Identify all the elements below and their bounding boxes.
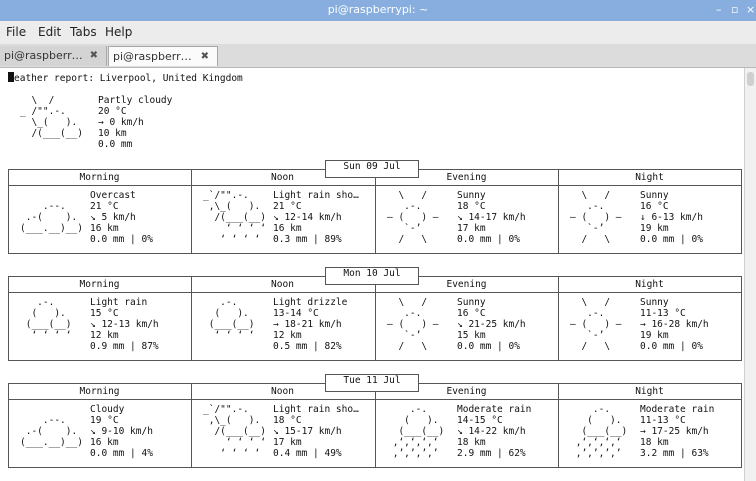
forecast-cell-noon: .-. ( ). (___(__) ‘ ‘ ‘ ‘ Light drizzle … [191, 297, 374, 357]
minimize-icon[interactable]: – [716, 3, 722, 16]
day-block-2: Tue 11 Jul Morning Noon Evening Night .-… [8, 374, 742, 468]
weather-info: Moderate rain 14-15 °C ↘ 14-22 km/h 18 k… [457, 404, 532, 459]
weather-art: _`/"".-. ,\_( ). /(___(__) ‘ ‘ ‘ ‘ ‘ ‘ ‘… [203, 190, 266, 245]
menu-bar: File Edit Tabs Help [0, 21, 756, 44]
weather-art: .-. ( ). (___(__) ‚‘‚‘‚‘‚‘ ‚’‚’‚’‚’ [392, 404, 445, 459]
report-header: eather report: Liverpool, United Kingdom [8, 72, 243, 84]
weather-art: .--. .-( ). (___.__)__) [20, 201, 83, 234]
window-title: pi@raspberrypi: ~ [327, 3, 429, 16]
col-header-evening: Evening [446, 386, 487, 397]
weather-info: Moderate rain 11-13 °C → 17-25 km/h 18 k… [640, 404, 715, 459]
tab-terminal-1[interactable]: pi@raspberr… ✖ [0, 46, 107, 66]
weather-info: Light drizzle 13-14 °C → 18-21 km/h 12 k… [273, 297, 348, 352]
col-header-evening: Evening [446, 172, 487, 183]
close-icon[interactable]: × [746, 3, 755, 16]
menu-edit[interactable]: Edit [38, 25, 61, 39]
col-header-morning: Morning [79, 279, 120, 290]
weather-art: \ / .-. ― ( ) ― `-’ / \ [387, 190, 439, 245]
terminal-area[interactable]: eather report: Liverpool, United Kingdom… [0, 68, 744, 481]
col-header-noon: Noon [271, 386, 294, 397]
weather-art: .-. ( ). (___(__) ‚‘‚‘‚‘‚‘ ‚’‚’‚’‚’ [575, 404, 628, 459]
forecast-cell-night: \ / .-. ― ( ) ― `-’ / \ Sunny 11-13 °C →… [558, 297, 741, 357]
terminal-scrollbar[interactable] [744, 68, 756, 481]
day-block-1: Mon 10 Jul Morning Noon Evening Night .-… [8, 267, 742, 361]
weather-info: Light rain sho… 18 °C ↘ 15-17 km/h 17 km… [273, 404, 359, 459]
forecast-cell-morning: .-. ( ). (___(__) ‘ ‘ ‘ ‘ Light rain 15 … [8, 297, 191, 357]
col-header-evening: Evening [446, 279, 487, 290]
window-titlebar: pi@raspberrypi: ~ – ▫ × [0, 0, 756, 21]
weather-art: .-. ( ). (___(__) ‘ ‘ ‘ ‘ [25, 297, 72, 341]
weather-info: Sunny 11-13 °C → 16-28 km/h 19 km 0.0 mm… [640, 297, 709, 352]
weather-art: \ / .-. ― ( ) ― `-’ / \ [570, 190, 622, 245]
col-header-morning: Morning [79, 386, 120, 397]
forecast-cell-noon: _`/"".-. ,\_( ). /(___(__) ‘ ‘ ‘ ‘ ‘ ‘ ‘… [191, 190, 374, 250]
menu-help[interactable]: Help [105, 25, 132, 39]
col-header-noon: Noon [271, 172, 294, 183]
weather-info: Overcast 21 °C ↘ 5 km/h 16 km 0.0 mm | 0… [90, 190, 153, 245]
forecast-cell-morning: .--. .-( ). (___.__)__) Overcast 21 °C ↘… [8, 190, 191, 250]
forecast-cell-evening: .-. ( ). (___(__) ‚‘‚‘‚‘‚‘ ‚’‚’‚’‚’ Mode… [375, 404, 558, 464]
forecast-cell-morning: .--. .-( ). (___.__)__) Cloudy 19 °C ↘ 9… [8, 404, 191, 464]
col-header-night: Night [635, 172, 664, 183]
col-header-night: Night [635, 386, 664, 397]
maximize-icon[interactable]: ▫ [731, 3, 738, 16]
weather-info: Light rain sho… 21 °C ↘ 12-14 km/h 16 km… [273, 190, 359, 245]
weather-info: Light rain 15 °C ↘ 12-13 km/h 12 km 0.9 … [90, 297, 159, 352]
weather-art: \ / .-. ― ( ) ― `-’ / \ [387, 297, 439, 352]
menu-tabs[interactable]: Tabs [70, 25, 97, 39]
col-header-noon: Noon [271, 279, 294, 290]
tab-close-icon[interactable]: ✖ [90, 46, 98, 66]
forecast-cell-evening: \ / .-. ― ( ) ― `-’ / \ Sunny 16 °C ↘ 21… [375, 297, 558, 357]
forecast-cell-evening: \ / .-. ― ( ) ― `-’ / \ Sunny 18 °C ↘ 14… [375, 190, 558, 250]
weather-info: Sunny 16 °C ↘ 21-25 km/h 15 km 0.0 mm | … [457, 297, 526, 352]
menu-file[interactable]: File [6, 25, 26, 39]
weather-info: Sunny 16 °C ↓ 6-13 km/h 19 km 0.0 mm | 0… [640, 190, 703, 245]
weather-art: _`/"".-. ,\_( ). /(___(__) ‘ ‘ ‘ ‘ ‘ ‘ ‘… [203, 404, 266, 459]
weather-info: Cloudy 19 °C ↘ 9-10 km/h 16 km 0.0 mm | … [90, 404, 153, 459]
weather-art: .-. ( ). (___(__) ‘ ‘ ‘ ‘ [208, 297, 255, 341]
scrollbar-thumb[interactable] [747, 72, 754, 86]
tab-label: pi@raspberr… [4, 49, 83, 62]
tab-label: pi@raspberr… [113, 50, 192, 63]
col-header-night: Night [635, 279, 664, 290]
forecast-cell-noon: _`/"".-. ,\_( ). /(___(__) ‘ ‘ ‘ ‘ ‘ ‘ ‘… [191, 404, 374, 464]
current-weather-art: \ / _ /"".-. \_( ). /(___(__) [20, 95, 83, 139]
forecast-cell-night: \ / .-. ― ( ) ― `-’ / \ Sunny 16 °C ↓ 6-… [558, 190, 741, 250]
report-title: eather report: Liverpool, United Kingdom [14, 73, 243, 84]
forecast-cell-night: .-. ( ). (___(__) ‚‘‚‘‚‘‚‘ ‚’‚’‚’‚’ Mode… [558, 404, 741, 464]
current-weather-info: Partly cloudy 20 °C → 0 km/h 10 km 0.0 m… [98, 95, 173, 150]
weather-art: .--. .-( ). (___.__)__) [20, 415, 83, 448]
tab-terminal-2[interactable]: pi@raspberr… ✖ [108, 46, 218, 66]
tab-bar: pi@raspberr… ✖ pi@raspberr… ✖ [0, 44, 756, 68]
day-block-0: Sun 09 Jul Morning Noon Evening Night .-… [8, 160, 742, 254]
col-header-morning: Morning [79, 172, 120, 183]
tab-close-icon[interactable]: ✖ [201, 47, 209, 67]
weather-art: \ / .-. ― ( ) ― `-’ / \ [570, 297, 622, 352]
weather-info: Sunny 18 °C ↘ 14-17 km/h 17 km 0.0 mm | … [457, 190, 526, 245]
